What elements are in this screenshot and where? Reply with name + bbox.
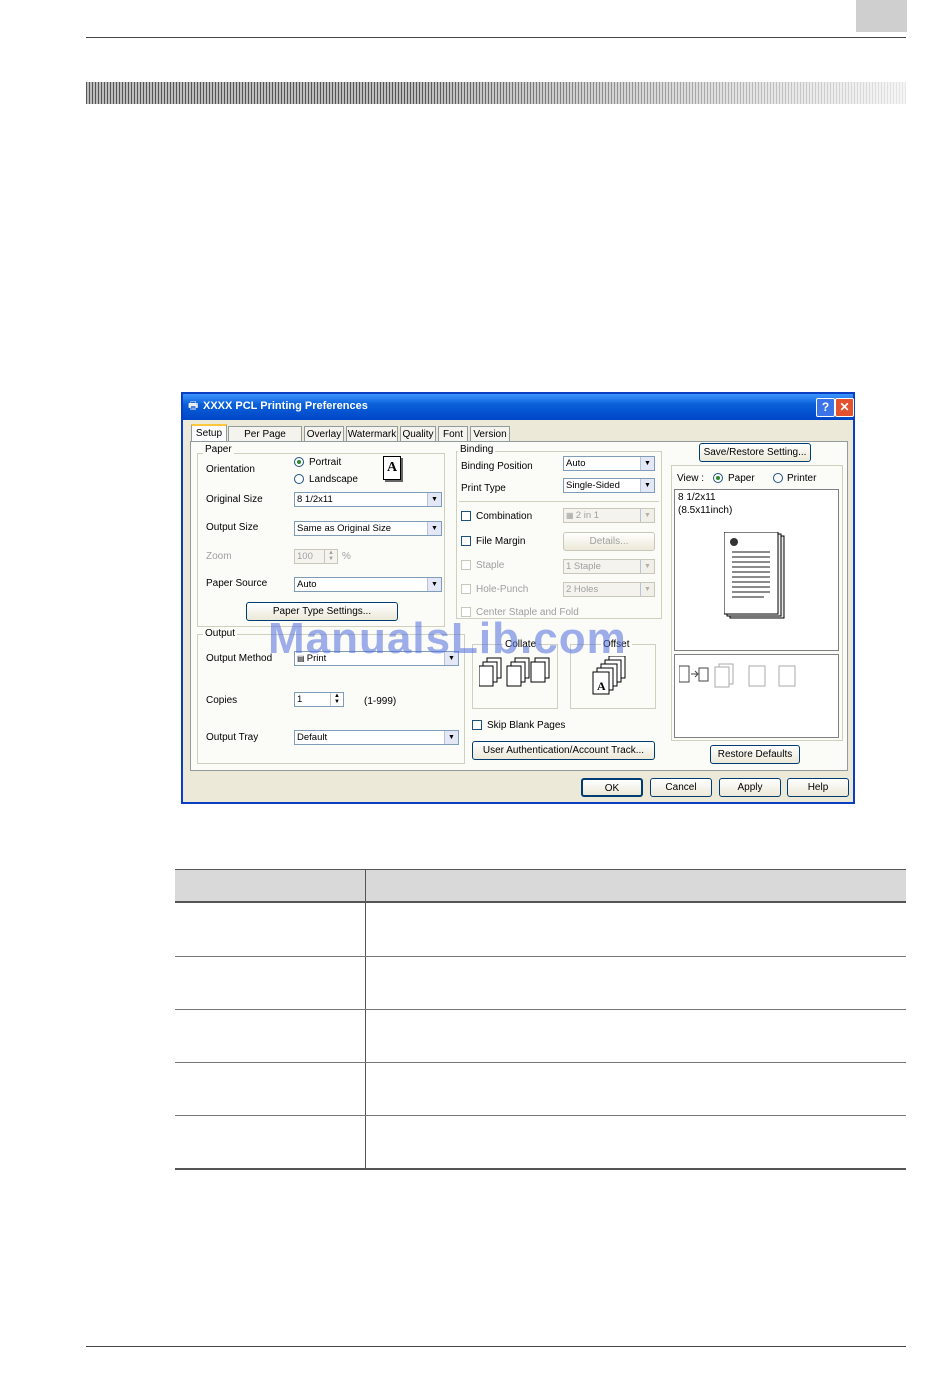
- combination-checkbox[interactable]: [461, 511, 471, 521]
- chevron-down-icon: ▼: [640, 457, 654, 470]
- landscape-radio[interactable]: [294, 474, 304, 484]
- cancel-button[interactable]: Cancel: [650, 778, 712, 797]
- site-watermark: ManualsLib.com: [268, 614, 627, 663]
- paper-source-label: Paper Source: [206, 578, 268, 589]
- zoom-spinner[interactable]: 100 ▲ ▼: [294, 549, 338, 564]
- tab-setup[interactable]: Setup: [191, 424, 227, 442]
- save-restore-setting-button[interactable]: Save/Restore Setting...: [699, 443, 811, 462]
- table-header: [175, 869, 906, 903]
- view-paper-radio[interactable]: [713, 473, 723, 483]
- hole-punch-checkbox[interactable]: [461, 584, 471, 594]
- finishing-icons: [679, 663, 796, 688]
- binding-divider: [459, 501, 659, 502]
- binding-position-select[interactable]: Auto ▼: [563, 456, 655, 471]
- chevron-down-icon: ▼: [427, 522, 441, 535]
- page-number-box: [856, 0, 907, 32]
- table-bottom-rule: [175, 1168, 906, 1170]
- header-rule: [86, 37, 906, 38]
- paper-size-inches: (8.5x11inch): [678, 505, 733, 516]
- chevron-down-icon: ▼: [640, 509, 654, 522]
- tab-quality[interactable]: Quality: [400, 426, 436, 441]
- output-size-select[interactable]: Same as Original Size ▼: [294, 521, 442, 536]
- ok-button[interactable]: OK: [581, 778, 643, 797]
- title-bar[interactable]: 🖶 XXXX PCL Printing Preferences ? ✕: [183, 394, 854, 420]
- chevron-down-icon: ▼: [427, 493, 441, 506]
- original-size-label: Original Size: [206, 494, 263, 505]
- document-preview-icon: [724, 532, 785, 619]
- output-group-label: Output: [203, 628, 238, 639]
- help-button[interactable]: Help: [787, 778, 849, 797]
- table-row: [175, 956, 906, 957]
- svg-text:A: A: [597, 679, 606, 693]
- printer-icon: 🖶: [188, 400, 199, 412]
- staple-label: Staple: [476, 560, 505, 571]
- restore-defaults-button[interactable]: Restore Defaults: [710, 745, 800, 764]
- chevron-down-icon: ▼: [640, 583, 654, 596]
- spin-arrows-icon: ▲ ▼: [330, 693, 343, 706]
- output-size-label: Output Size: [206, 522, 259, 533]
- output-method-label: Output Method: [206, 653, 273, 664]
- copies-label: Copies: [206, 695, 238, 706]
- footer-rule: [86, 1346, 906, 1347]
- table-row: [175, 1009, 906, 1010]
- view-paper-label: Paper: [728, 473, 755, 484]
- paper-group-label: Paper: [203, 444, 234, 455]
- combination-select[interactable]: ▦ 2 in 1 ▼: [563, 508, 655, 523]
- binding-position-label: Binding Position: [461, 461, 533, 472]
- portrait-label: Portrait: [309, 457, 342, 468]
- tab-overlay[interactable]: Overlay: [304, 426, 344, 441]
- table-row: [175, 1115, 906, 1116]
- file-margin-label: File Margin: [476, 536, 526, 547]
- hole-punch-label: Hole-Punch: [476, 584, 529, 595]
- zoom-label: Zoom: [206, 551, 232, 562]
- zoom-unit: %: [342, 551, 351, 562]
- dialog-title: XXXX PCL Printing Preferences: [203, 400, 368, 412]
- details-button[interactable]: Details...: [563, 532, 655, 551]
- apply-button[interactable]: Apply: [719, 778, 781, 797]
- chevron-down-icon: ▼: [640, 479, 654, 492]
- chevron-down-icon: ▼: [640, 560, 654, 573]
- view-label: View :: [677, 473, 705, 484]
- tab-watermark[interactable]: Watermark: [346, 426, 398, 441]
- paper-size-text: 8 1/2x11: [678, 492, 716, 503]
- spin-arrows-icon: ▲ ▼: [324, 550, 337, 563]
- output-tray-select[interactable]: Default ▼: [294, 730, 459, 745]
- print-type-select[interactable]: Single-Sided ▼: [563, 478, 655, 493]
- combination-label: Combination: [476, 511, 533, 522]
- original-size-select[interactable]: 8 1/2x11 ▼: [294, 492, 442, 507]
- portrait-radio[interactable]: [294, 457, 304, 467]
- portrait-page-icon: A: [383, 456, 401, 480]
- tab-per-page-setting[interactable]: Per Page Setting: [228, 426, 302, 455]
- paper-source-select[interactable]: Auto ▼: [294, 577, 442, 592]
- skip-blank-pages-checkbox[interactable]: [472, 720, 482, 730]
- chevron-down-icon: ▼: [427, 578, 441, 591]
- orientation-label: Orientation: [206, 464, 255, 475]
- binding-group-label: Binding: [458, 444, 496, 455]
- staple-checkbox[interactable]: [461, 560, 471, 570]
- table-row: [175, 1062, 906, 1063]
- printing-preferences-dialog: 🖶 XXXX PCL Printing Preferences ? ✕ Setu…: [181, 392, 855, 804]
- chapter-title-band: [86, 82, 906, 104]
- table-column-divider: [365, 869, 366, 1169]
- tab-font[interactable]: Font: [438, 426, 468, 441]
- grid-icon: ▦: [566, 511, 576, 520]
- staple-select[interactable]: 1 Staple ▼: [563, 559, 655, 574]
- user-authentication-button[interactable]: User Authentication/Account Track...: [472, 741, 655, 760]
- skip-blank-pages-label: Skip Blank Pages: [487, 720, 566, 731]
- hole-punch-select[interactable]: 2 Holes ▼: [563, 582, 655, 597]
- view-printer-label: Printer: [787, 473, 817, 484]
- print-type-label: Print Type: [461, 483, 506, 494]
- output-tray-label: Output Tray: [206, 732, 259, 743]
- copies-range: (1-999): [364, 696, 397, 707]
- file-margin-checkbox[interactable]: [461, 536, 471, 546]
- copies-spinner[interactable]: 1 ▲ ▼: [294, 692, 344, 707]
- chevron-down-icon: ▼: [444, 731, 458, 744]
- help-title-button[interactable]: ?: [816, 398, 835, 417]
- close-button[interactable]: ✕: [835, 398, 854, 417]
- landscape-label: Landscape: [309, 474, 358, 485]
- view-printer-radio[interactable]: [773, 473, 783, 483]
- tab-version[interactable]: Version: [470, 426, 510, 441]
